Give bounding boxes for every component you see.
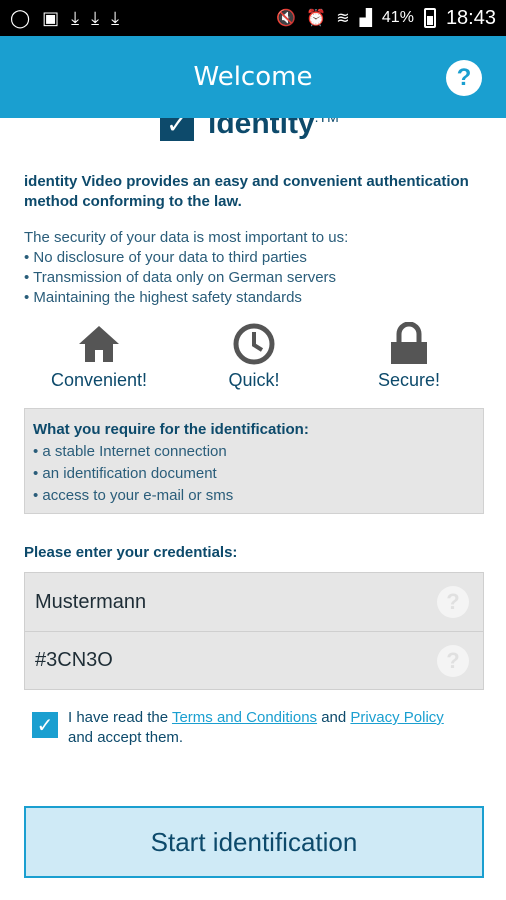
name-field-value: Mustermann bbox=[35, 590, 147, 613]
terms-middle: and bbox=[317, 709, 351, 726]
download-icon: ⤓ bbox=[111, 8, 120, 28]
security-heading: The security of your data is most import… bbox=[24, 229, 349, 246]
alarm-icon: ⏰ bbox=[306, 10, 327, 27]
terms-text: I have read the Terms and Conditions and… bbox=[68, 708, 472, 748]
wifi-icon: ≋ bbox=[336, 10, 350, 27]
feature-quick: Quick! bbox=[184, 322, 324, 391]
requirements-title: What you require for the identification: bbox=[33, 421, 309, 438]
list-item: an identification document bbox=[33, 463, 475, 485]
image-icon: ▣ bbox=[42, 8, 60, 28]
terms-checkbox[interactable]: ✓ bbox=[32, 712, 58, 738]
checkmark-icon: ✓ bbox=[36, 714, 54, 737]
list-item: Transmission of data only on German serv… bbox=[24, 268, 484, 288]
feature-label: Convenient! bbox=[50, 370, 148, 390]
feature-row: Convenient! Quick! Secure! bbox=[24, 322, 484, 392]
signal-icon: ▟ bbox=[359, 10, 372, 27]
battery-percent: 41% bbox=[381, 9, 414, 26]
feature-label: Quick! bbox=[228, 370, 280, 390]
help-icon: ? bbox=[456, 64, 472, 91]
download-icon: ⤓ bbox=[71, 8, 80, 28]
terms-row: ✓ I have read the Terms and Conditions a… bbox=[32, 708, 472, 748]
status-bar: ◯ ▣ ⤓ ⤓ ⤓ 🔇 ⏰ ≋ ▟ 41% 18:43 bbox=[0, 0, 506, 36]
terms-suffix: and accept them. bbox=[68, 729, 184, 746]
field-help-icon[interactable]: ? bbox=[437, 586, 469, 618]
intro-text: identity Video provides an easy and conv… bbox=[24, 173, 469, 210]
code-field-value: #3CN3O bbox=[35, 649, 113, 671]
name-field[interactable]: Mustermann ? bbox=[25, 573, 483, 631]
download-icon: ⤓ bbox=[91, 8, 100, 28]
house-icon bbox=[29, 322, 169, 366]
feature-convenient: Convenient! bbox=[29, 322, 169, 391]
credentials-form: Mustermann ? #3CN3O ? bbox=[24, 572, 484, 690]
app-bar: Welcome ? bbox=[0, 36, 506, 118]
page-title: Welcome bbox=[193, 62, 313, 92]
requirements-list: a stable Internet connection an identifi… bbox=[33, 441, 475, 507]
security-section: The security of your data is most import… bbox=[24, 228, 484, 308]
feature-label: Secure! bbox=[377, 370, 441, 390]
terms-prefix: I have read the bbox=[68, 709, 172, 726]
notification-icons: ◯ ▣ ⤓ ⤓ ⤓ bbox=[10, 9, 119, 27]
privacy-link[interactable]: Privacy Policy bbox=[350, 709, 443, 726]
list-item: a stable Internet connection bbox=[33, 441, 475, 463]
credentials-label: Please enter your credentials: bbox=[24, 544, 238, 561]
feature-secure: Secure! bbox=[339, 322, 479, 391]
lock-icon bbox=[339, 322, 479, 366]
mute-icon: 🔇 bbox=[276, 10, 297, 27]
terms-link[interactable]: Terms and Conditions bbox=[172, 709, 317, 726]
code-field[interactable]: #3CN3O ? bbox=[25, 631, 483, 689]
help-button[interactable]: ? bbox=[446, 60, 482, 96]
clock-time: 18:43 bbox=[445, 6, 496, 29]
list-item: No disclosure of your data to third part… bbox=[24, 248, 484, 268]
requirements-box: What you require for the identification:… bbox=[24, 408, 484, 514]
list-item: Maintaining the highest safety standards bbox=[24, 288, 484, 308]
whatsapp-icon: ◯ bbox=[10, 8, 31, 28]
battery-icon bbox=[423, 8, 436, 28]
system-icons: 🔇 ⏰ ≋ ▟ 41% 18:43 bbox=[276, 7, 496, 30]
list-item: access to your e-mail or sms bbox=[33, 485, 475, 507]
field-help-icon[interactable]: ? bbox=[437, 645, 469, 677]
clock-icon bbox=[184, 322, 324, 366]
start-identification-button[interactable]: Start identification bbox=[24, 806, 484, 878]
security-list: No disclosure of your data to third part… bbox=[24, 248, 484, 308]
